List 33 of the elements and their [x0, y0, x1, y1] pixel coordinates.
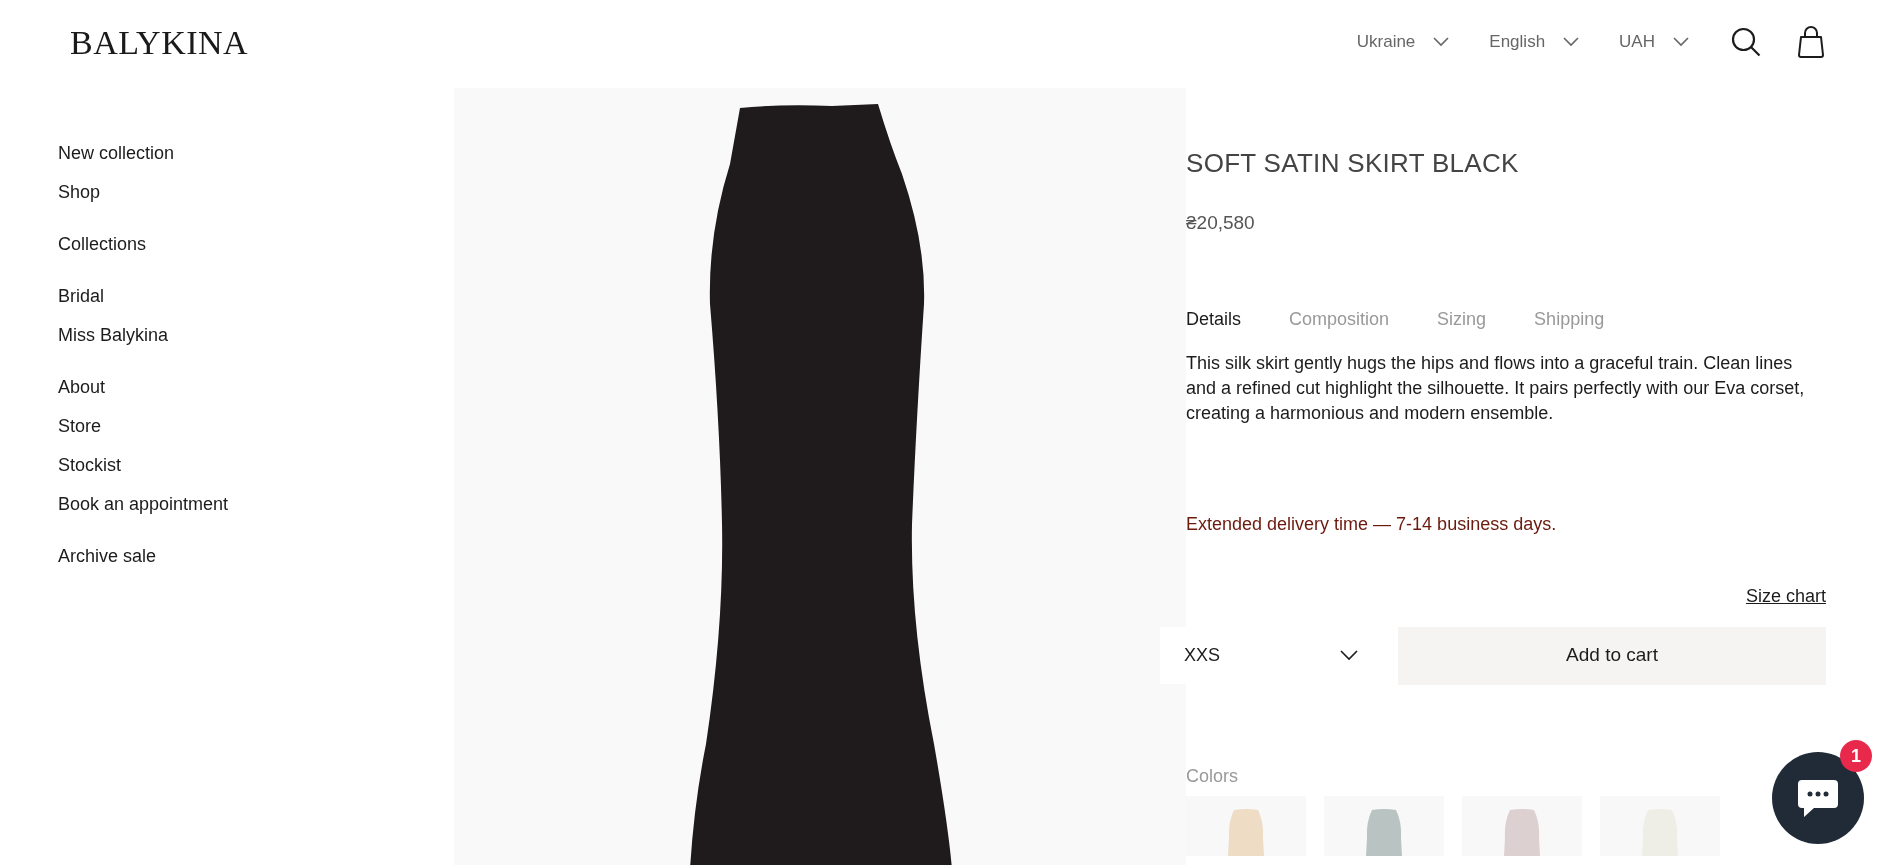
color-swatch[interactable] [1186, 795, 1306, 856]
chevron-down-icon [1340, 649, 1358, 661]
product-description: This silk skirt gently hugs the hips and flows into a graceful train. Clean lines and a refined cut highlight the silhouette. It pairs perfectly with our Eva corset, creating a harmonious and modern ensemble. [1186, 351, 1806, 425]
chevron-down-icon [1563, 37, 1580, 47]
chevron-down-icon [1673, 37, 1689, 47]
selector-dropdown[interactable]: English [1489, 29, 1580, 55]
color-swatch[interactable] [1462, 795, 1582, 856]
nav-link[interactable]: About [58, 374, 106, 400]
delivery-notice: Extended delivery time — 7-14 business days. [1186, 512, 1558, 536]
nav-link[interactable]: Stockist [58, 452, 122, 478]
brand-logo[interactable]: BALYKINA [70, 16, 249, 68]
nav-link[interactable]: Book an appointment [58, 491, 229, 517]
notification-badge: 1 [1840, 740, 1872, 772]
nav-link[interactable]: Collections [58, 231, 147, 257]
nav-link[interactable]: Miss Balykina [58, 322, 169, 348]
selector-dropdown[interactable]: Ukraine [1356, 29, 1450, 55]
add-to-cart-button[interactable]: Add to cart [1398, 626, 1826, 685]
search-icon[interactable] [1731, 27, 1761, 57]
size-chart-link[interactable]: Size chart [1745, 582, 1826, 610]
chevron-down-icon [1433, 37, 1450, 47]
product-title: SOFT SATIN SKIRT BLACK [1186, 147, 1520, 180]
nav-link[interactable]: Archive sale [58, 543, 157, 569]
colors-label: Colors [1186, 764, 1239, 788]
nav-link[interactable]: Bridal [58, 283, 105, 309]
nav-link[interactable]: New collection [58, 140, 175, 166]
selector-dropdown[interactable]: UAH [1619, 29, 1689, 55]
nav-link[interactable]: Shop [58, 179, 101, 205]
color-swatch[interactable] [1324, 795, 1444, 856]
product-tab[interactable]: Details [1186, 305, 1242, 333]
color-swatch[interactable] [1600, 795, 1720, 856]
shopping-bag-icon[interactable] [1797, 26, 1825, 58]
nav-link[interactable]: Store [58, 413, 102, 439]
product-price: ₴20,580 [1186, 211, 1256, 235]
